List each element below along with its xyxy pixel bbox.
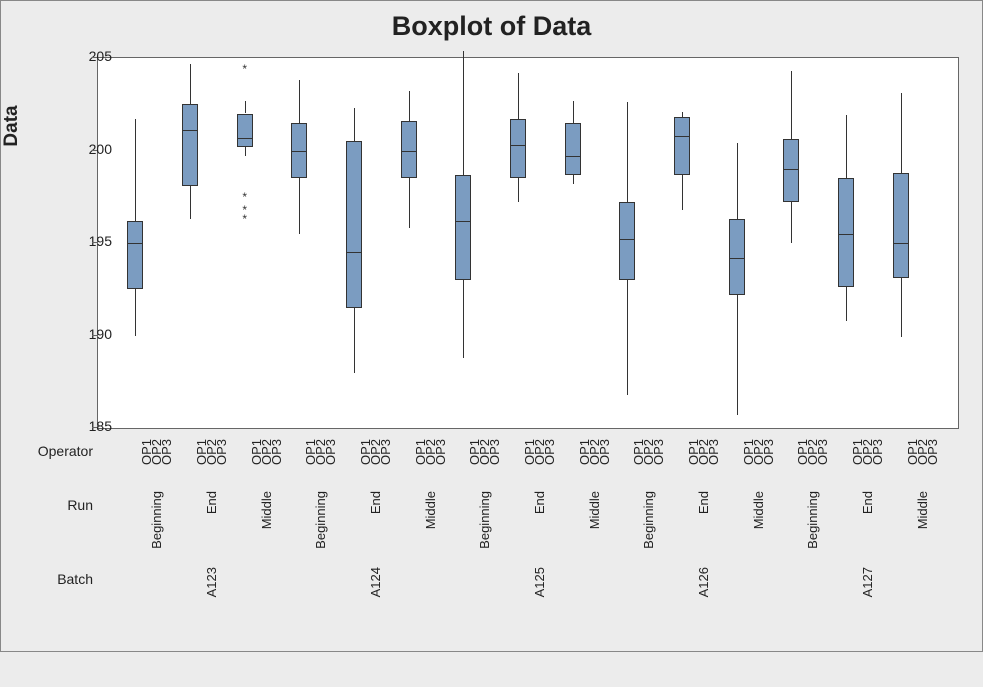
boxplot-median — [291, 151, 307, 152]
boxplot-box — [893, 173, 909, 278]
run-tick: Beginning — [477, 491, 492, 611]
batch-tick: A125 — [532, 567, 547, 687]
y-tick-label: 195 — [72, 233, 112, 249]
chart-frame: Boxplot of Data Data **** 18519019520020… — [0, 0, 983, 652]
boxplot-median — [674, 136, 690, 137]
boxplot-box — [619, 202, 635, 280]
run-tick: Middle — [587, 491, 602, 611]
run-tick: Middle — [423, 491, 438, 611]
run-tick: Beginning — [313, 491, 328, 611]
run-tick: Beginning — [641, 491, 656, 611]
plot-area: **** — [97, 57, 959, 429]
batch-tick: A127 — [860, 567, 875, 687]
boxplot-box — [565, 123, 581, 175]
boxplot-median — [401, 151, 417, 152]
outlier-mark: * — [242, 190, 247, 204]
y-axis-label: Data — [1, 61, 23, 191]
boxplot-median — [619, 239, 635, 240]
batch-tick: A126 — [696, 567, 711, 687]
boxplot-box — [783, 139, 799, 202]
y-tick-label: 185 — [72, 418, 112, 434]
boxplot-median — [729, 258, 745, 259]
boxplot-box — [455, 175, 471, 280]
run-tick: Middle — [915, 491, 930, 611]
run-tick: Beginning — [805, 491, 820, 611]
boxplot-box — [674, 117, 690, 174]
row-label: Operator — [1, 443, 93, 459]
outlier-mark: * — [242, 62, 247, 76]
boxplot-median — [182, 130, 198, 131]
boxplot-box — [237, 114, 253, 147]
batch-tick: A124 — [368, 567, 383, 687]
y-tick-label: 205 — [72, 48, 112, 64]
run-tick: Beginning — [149, 491, 164, 611]
y-tick-label: 200 — [72, 141, 112, 157]
boxplot-median — [127, 243, 143, 244]
batch-tick: A123 — [204, 567, 219, 687]
boxplot-box — [510, 119, 526, 178]
boxplot-median — [565, 156, 581, 157]
run-tick: Middle — [259, 491, 274, 611]
row-label: Run — [1, 497, 93, 513]
boxplot-median — [237, 138, 253, 139]
boxplot-box — [346, 141, 362, 308]
chart-title: Boxplot of Data — [1, 11, 982, 42]
run-tick: Middle — [751, 491, 766, 611]
boxplot-median — [893, 243, 909, 244]
boxplot-median — [510, 145, 526, 146]
boxplot-box — [182, 104, 198, 185]
boxplot-median — [346, 252, 362, 253]
boxplot-median — [455, 221, 471, 222]
boxplot-median — [838, 234, 854, 235]
y-tick-label: 190 — [72, 326, 112, 342]
row-label: Batch — [1, 571, 93, 587]
boxplot-box — [127, 221, 143, 289]
boxplot-median — [783, 169, 799, 170]
outlier-mark: * — [242, 212, 247, 226]
